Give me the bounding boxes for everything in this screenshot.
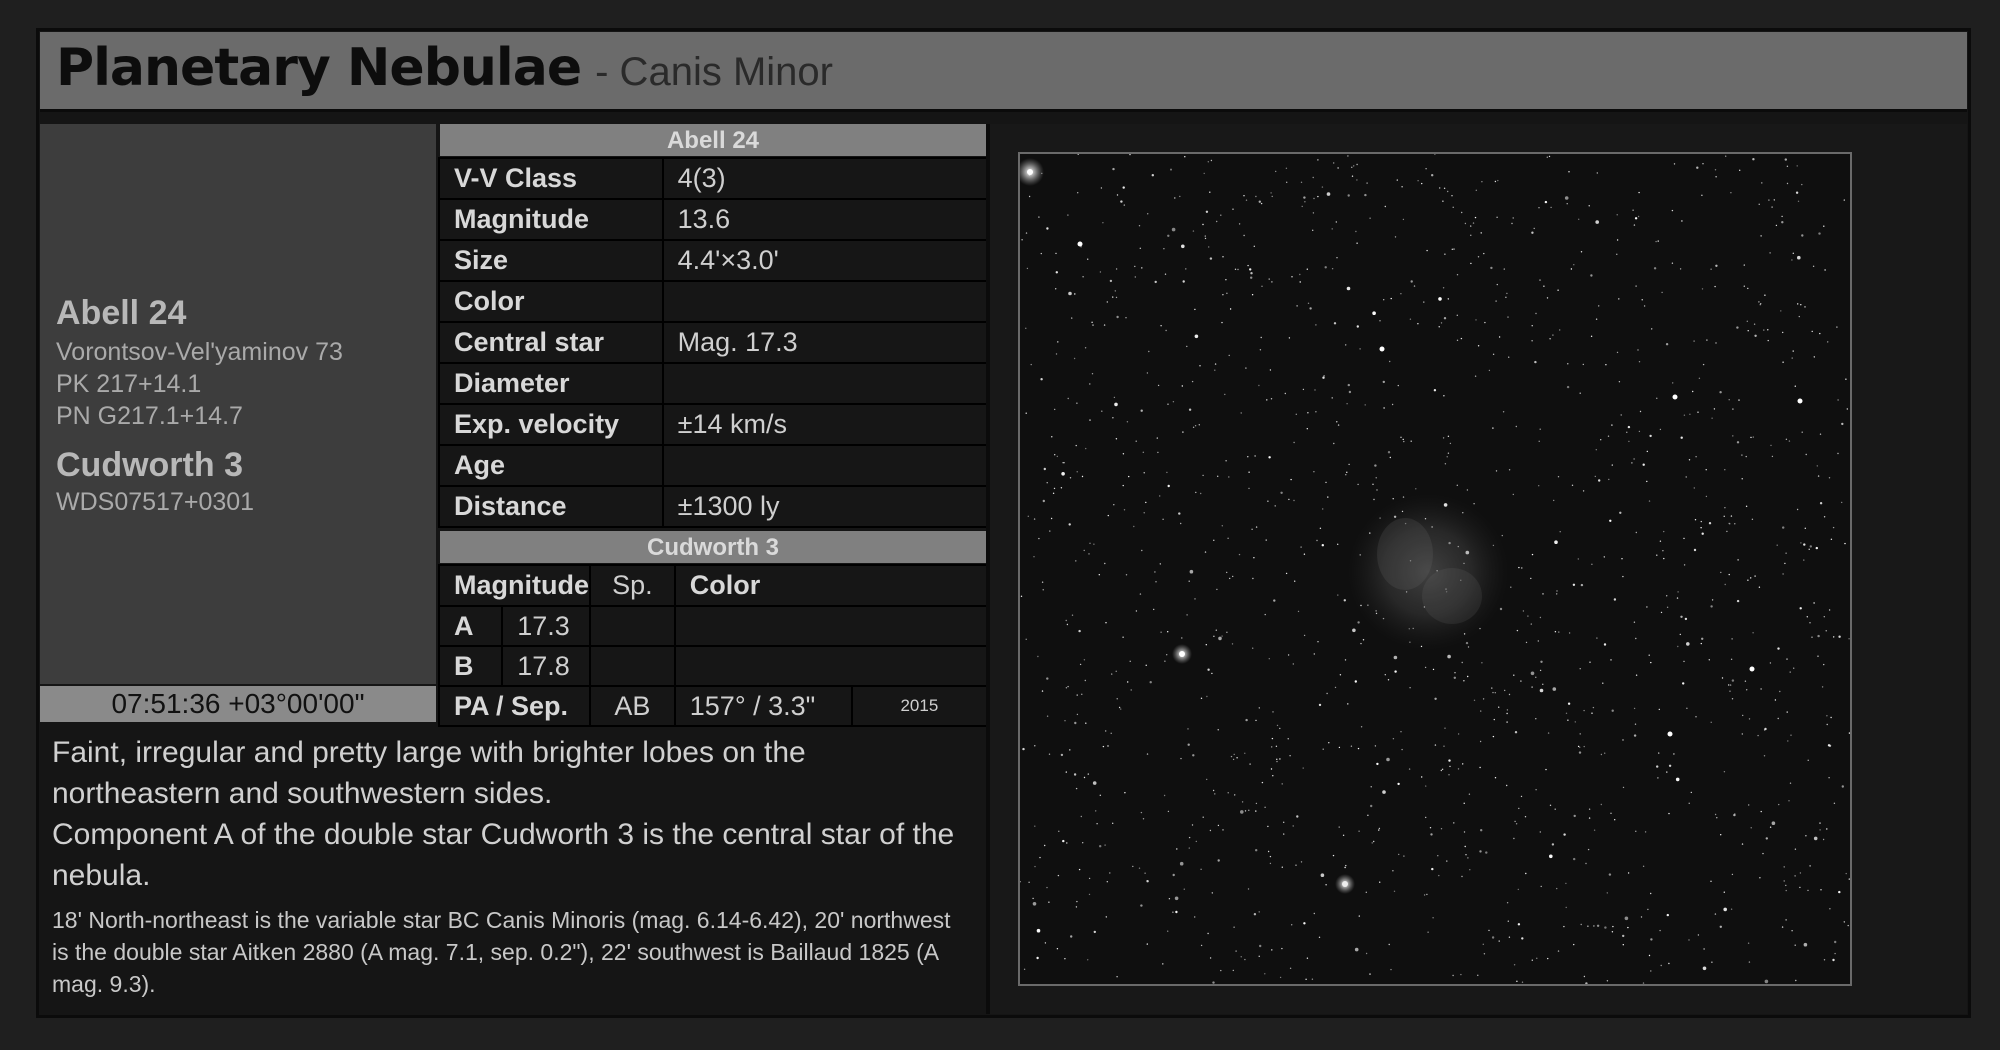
description-note: 18' North-northeast is the variable star… xyxy=(52,907,951,997)
coordinates: 07:51:36 +03°00'00" xyxy=(40,686,436,722)
designation-2: PK 217+14.1 xyxy=(56,370,202,398)
description-line-2: Component A of the double star Cudworth … xyxy=(52,818,955,892)
table-row: A 17.3 xyxy=(437,605,989,647)
col-magnitude: Magnitude xyxy=(438,564,591,607)
pa-pair: AB xyxy=(589,685,676,727)
table-row: Age xyxy=(438,444,989,487)
object-info-panel: Abell 24 Vorontsov-Vel'yaminov 73 PK 217… xyxy=(40,124,436,684)
component-id: B xyxy=(437,645,504,687)
double-star-table: Magnitude Sp. Color A 17.3 B 17.8 PA / S… xyxy=(437,564,989,727)
row-label: Age xyxy=(438,444,664,487)
pa-year: 2015 xyxy=(850,685,989,727)
star-table-header: Cudworth 3 xyxy=(440,531,986,563)
nebula-table: V-V Class 4(3) Magnitude 13.6 Size 4.4'×… xyxy=(438,157,989,528)
table-row: Exp. velocity ±14 km/s xyxy=(438,403,989,446)
row-value: ±1300 ly xyxy=(661,485,989,528)
table-row: V-V Class 4(3) xyxy=(438,157,989,200)
nebula-table-header: Abell 24 xyxy=(440,124,986,156)
table-row: Diameter xyxy=(438,362,989,405)
row-label: Size xyxy=(438,239,664,282)
row-value: Mag. 17.3 xyxy=(661,321,989,364)
row-label: Central star xyxy=(438,321,664,364)
row-label: Diameter xyxy=(438,362,664,405)
row-label: Color xyxy=(438,280,664,323)
star-name: Cudworth 3 xyxy=(56,446,243,484)
table-row: B 17.8 xyxy=(437,645,989,687)
designation-3: PN G217.1+14.7 xyxy=(56,402,243,430)
col-sp: Sp. xyxy=(589,564,676,607)
table-row: PA / Sep. AB 157° / 3.3" 2015 xyxy=(438,685,989,727)
starfield-image xyxy=(1020,154,1850,984)
row-value xyxy=(661,280,989,323)
component-color xyxy=(673,645,989,687)
description-line-1: Faint, irregular and pretty large with b… xyxy=(52,736,806,810)
component-sp xyxy=(589,605,676,647)
title-bar: Planetary Nebulae - Canis Minor xyxy=(40,32,1967,112)
row-value: 4(3) xyxy=(661,157,989,200)
component-id: A xyxy=(437,605,504,647)
row-value xyxy=(661,362,989,405)
row-value xyxy=(661,444,989,487)
component-color xyxy=(673,605,989,647)
object-name: Abell 24 xyxy=(56,294,187,332)
page-subtitle: - Canis Minor xyxy=(595,50,833,94)
pa-value: 157° / 3.3" xyxy=(673,685,853,727)
table-row: Central star Mag. 17.3 xyxy=(438,321,989,364)
table-row: Magnitude 13.6 xyxy=(438,198,989,241)
page-title: Planetary Nebulae xyxy=(56,38,582,98)
row-label: V-V Class xyxy=(438,157,664,200)
component-mag: 17.3 xyxy=(501,605,591,647)
row-value: ±14 km/s xyxy=(661,403,989,446)
col-color: Color xyxy=(673,564,989,607)
component-mag: 17.8 xyxy=(501,645,591,687)
row-label: Magnitude xyxy=(438,198,664,241)
designation-1: Vorontsov-Vel'yaminov 73 xyxy=(56,338,343,366)
component-sp xyxy=(589,645,676,687)
description: Faint, irregular and pretty large with b… xyxy=(52,732,972,896)
table-row: Size 4.4'×3.0' xyxy=(438,239,989,282)
table-row: Distance ±1300 ly xyxy=(438,485,989,528)
nebula-photo xyxy=(1018,152,1852,986)
table-row: Color xyxy=(438,280,989,323)
row-value: 13.6 xyxy=(661,198,989,241)
star-designation: WDS07517+0301 xyxy=(56,488,255,516)
row-label: Exp. velocity xyxy=(438,403,664,446)
table-row: Magnitude Sp. Color xyxy=(438,564,989,607)
pa-label: PA / Sep. xyxy=(438,685,591,727)
row-value: 4.4'×3.0' xyxy=(661,239,989,282)
row-label: Distance xyxy=(438,485,664,528)
